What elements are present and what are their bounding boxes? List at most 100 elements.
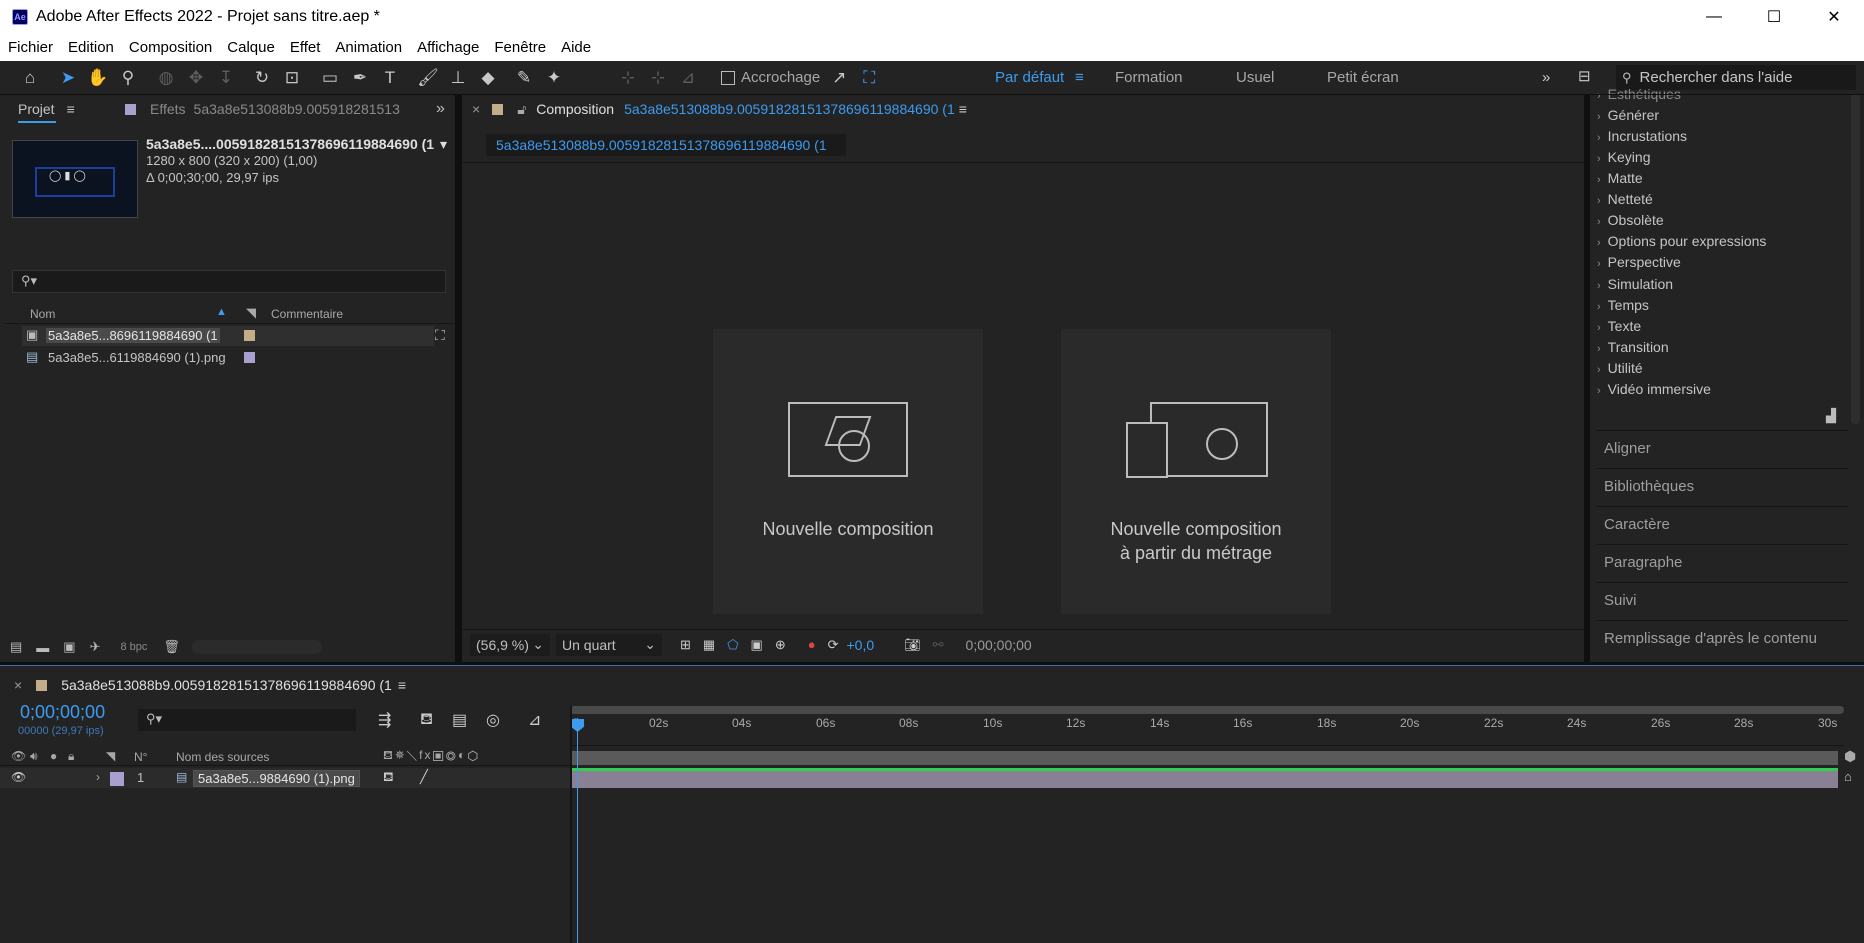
effect-category-texte[interactable]: › Texte — [1597, 318, 1641, 334]
project-menu-icon[interactable]: ≡ — [67, 101, 75, 117]
maximize-icon[interactable]: ☐ — [1744, 0, 1804, 34]
zoom-slider-handle-icon[interactable]: ⬢ — [1844, 748, 1856, 765]
comp-tab[interactable]: 5a3a8e513088b9.0059182815137869611988469… — [486, 134, 846, 156]
hand-tool-icon[interactable]: ✋ — [83, 65, 113, 91]
color-channels-icon[interactable]: ● — [808, 637, 816, 652]
axis-view-icon[interactable]: ⊿ — [673, 65, 703, 91]
menu-animation[interactable]: Animation — [327, 39, 409, 56]
label-tag-icon[interactable]: ◥ — [246, 305, 256, 321]
timeline-current-time[interactable]: 0;00;00;00 — [20, 702, 105, 723]
pan-behind-tool-icon[interactable]: ⊡ — [277, 65, 307, 91]
rectangle-tool-icon[interactable]: ▭ — [315, 65, 345, 91]
effect-category-utilite[interactable]: › Utilité — [1597, 360, 1643, 376]
label-swatch[interactable] — [244, 352, 255, 363]
layer-row[interactable]: 👁︎ › 1 ▤ 5a3a8e5...9884690 (1).png ⛾ ╱ — [0, 768, 570, 788]
flowchart-icon[interactable]: ⛶ — [435, 327, 445, 344]
fast-preview-icon[interactable]: ⊞ — [680, 637, 691, 653]
label-swatch[interactable] — [244, 330, 255, 341]
shy-layers-icon[interactable]: ⛾ — [420, 710, 433, 730]
motion-blur-icon[interactable]: ◎ — [486, 710, 500, 730]
snapshot-camera-icon[interactable]: 📷︎ — [904, 637, 921, 653]
project-scrollbar[interactable] — [191, 640, 322, 654]
menu-calque[interactable]: Calque — [219, 39, 282, 56]
project-search-input[interactable]: ⚲▾ — [12, 270, 446, 293]
frame-blending-icon[interactable]: ▤ — [452, 710, 467, 730]
menu-effet[interactable]: Effet — [282, 39, 328, 56]
close-window-icon[interactable]: ✕ — [1804, 0, 1864, 34]
panel-paragraphe[interactable]: Paragraphe — [1596, 544, 1848, 580]
effect-category-options-expressions[interactable]: › Options pour expressions — [1597, 233, 1766, 249]
effect-category-incrustations[interactable]: › Incrustations — [1597, 128, 1687, 144]
layer-duration-bar[interactable] — [570, 771, 1838, 788]
effect-category-temps[interactable]: › Temps — [1597, 297, 1649, 313]
render-icon[interactable]: ✈ — [90, 639, 101, 655]
new-folder-icon[interactable]: ▬ — [36, 640, 49, 655]
work-area-bar[interactable] — [570, 706, 1844, 714]
label-tag-icon[interactable]: ◥ — [106, 749, 115, 763]
exposure-reset-icon[interactable]: ⟳ — [828, 637, 839, 653]
menu-fenetre[interactable]: Fenêtre — [486, 39, 553, 56]
rotate-tool-icon[interactable]: ↻ — [247, 65, 277, 91]
effect-category-matte[interactable]: › Matte — [1597, 170, 1643, 186]
exposure-value[interactable]: +0,0 — [846, 637, 874, 653]
visibility-icon[interactable]: 👁︎ — [11, 749, 26, 763]
effect-category-video-immersive[interactable]: › Vidéo immersive — [1597, 381, 1711, 397]
audio-icon[interactable]: 🔊︎ — [30, 749, 38, 764]
sort-ascending-icon[interactable]: ▲ — [216, 306, 227, 318]
guides-icon[interactable]: ⊕ — [775, 637, 786, 653]
workspace-par-defaut[interactable]: Par défaut — [995, 69, 1064, 86]
panel-bibliotheques[interactable]: Bibliothèques — [1596, 468, 1848, 504]
menu-fichier[interactable]: Fichier — [0, 39, 60, 56]
expand-layer-icon[interactable]: › — [96, 770, 100, 784]
effects-tab[interactable]: Effets 5a3a8e513088b9.005918281513 — [125, 94, 400, 124]
eraser-tool-icon[interactable]: ◆ — [473, 65, 503, 91]
new-preset-icon[interactable]: ▟ — [1826, 408, 1836, 424]
column-comment[interactable]: Commentaire — [271, 307, 343, 321]
transparency-grid-icon[interactable]: ▦ — [703, 637, 715, 653]
project-tab[interactable]: Projet ≡ — [18, 94, 75, 124]
snap-options-icon[interactable]: ↗ — [824, 65, 854, 91]
mask-visibility-icon[interactable]: ⬠ — [727, 637, 738, 653]
bpc-button[interactable]: 8 bpc — [121, 641, 148, 653]
project-item-row[interactable]: ▣ 5a3a8e5...8696119884690 (1 — [22, 326, 434, 346]
viewer-comp-name[interactable]: 5a3a8e513088b9.0059182815137869611988469… — [624, 101, 955, 117]
project-item-row[interactable]: ▤ 5a3a8e5...6119884690 (1).png — [22, 348, 434, 368]
pan-camera-icon[interactable]: ✥ — [181, 65, 211, 91]
close-tab-icon[interactable]: × — [472, 101, 480, 117]
panel-toggle-icon[interactable]: ⊟ — [1578, 67, 1591, 85]
layer-source-name[interactable]: 5a3a8e5...9884690 (1).png — [193, 770, 360, 787]
effect-category-obsolete[interactable]: › Obsolète — [1597, 212, 1664, 228]
zoom-tool-icon[interactable]: ⚲ — [113, 65, 143, 91]
panel-suivi[interactable]: Suivi — [1596, 582, 1848, 618]
help-search-input[interactable]: Rechercher dans l'aide — [1640, 69, 1793, 86]
new-composition-icon[interactable]: ▣ — [63, 639, 75, 655]
type-tool-icon[interactable]: T — [375, 65, 405, 91]
time-ruler[interactable]: 0s 02s 04s 06s 08s 10s 12s 14s 16s 18s 2… — [570, 716, 1844, 746]
timeline-search-input[interactable]: ⚲▾ — [138, 709, 356, 731]
quality-switch-icon[interactable]: ╱ — [420, 769, 428, 785]
menu-affichage[interactable]: Affichage — [409, 39, 486, 56]
trash-icon[interactable]: 🗑 — [163, 639, 180, 655]
interpret-footage-icon[interactable]: ▤ — [10, 639, 22, 655]
composition-flowchart-icon[interactable]: ⇶ — [378, 710, 391, 730]
project-expand-icon[interactable]: » — [436, 100, 445, 118]
roto-brush-icon[interactable]: ✎ — [509, 65, 539, 91]
workspace-usuel[interactable]: Usuel — [1236, 69, 1274, 86]
menu-aide[interactable]: Aide — [553, 39, 598, 56]
viewer-timecode[interactable]: 0;00;00;00 — [966, 637, 1032, 653]
project-item-name[interactable]: 5a3a8e5...8696119884690 (1 — [46, 328, 220, 343]
region-of-interest-icon[interactable]: ▣ — [751, 637, 763, 653]
shy-switch-icon[interactable]: ⛾ — [383, 769, 394, 787]
brush-tool-icon[interactable]: 🖌 — [413, 65, 443, 91]
column-source-name[interactable]: Nom des sources — [176, 750, 269, 764]
layer-end-icon[interactable]: ⌂ — [1844, 769, 1852, 784]
orbit-camera-icon[interactable]: ◍ — [151, 65, 181, 91]
lock-icon[interactable]: 🔓︎ — [517, 101, 526, 118]
close-tab-icon[interactable]: × — [14, 677, 22, 693]
selection-tool-icon[interactable]: ➤ — [53, 65, 83, 91]
comp-duration-bar[interactable] — [570, 751, 1838, 765]
graph-editor-icon[interactable]: ⊿ — [528, 710, 541, 730]
snap-checkbox[interactable] — [721, 70, 735, 85]
clone-stamp-icon[interactable]: ⊥ — [443, 65, 473, 91]
solo-icon[interactable]: ● — [50, 749, 57, 763]
